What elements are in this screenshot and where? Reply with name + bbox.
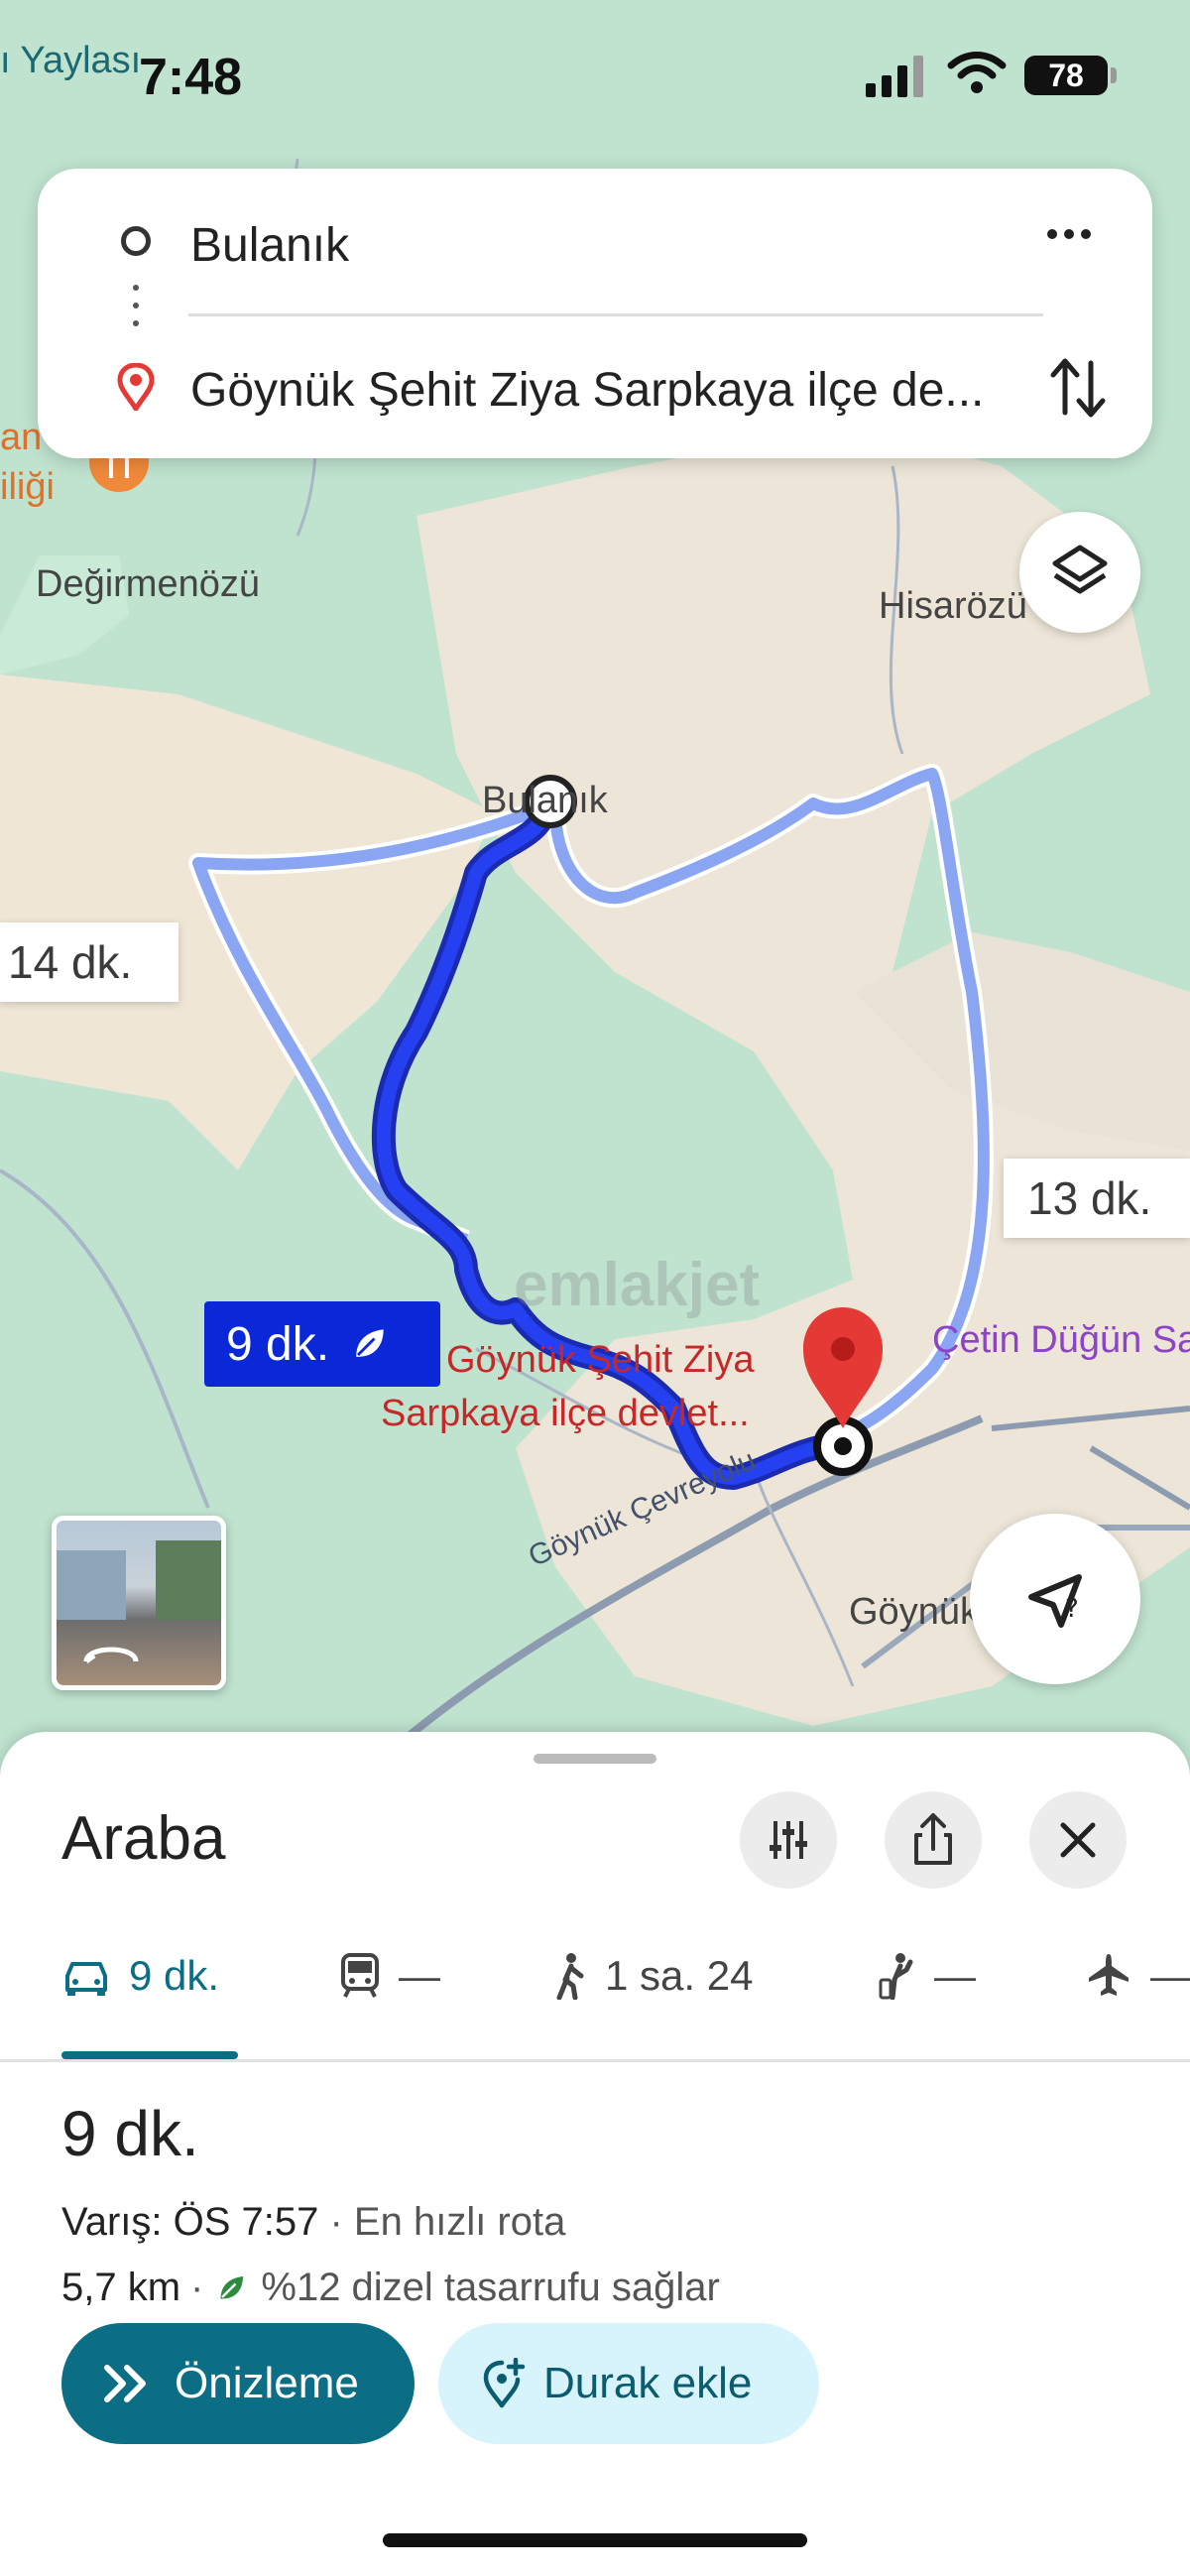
tab-transit[interactable]: — <box>339 1936 440 2016</box>
street-view-thumbnail[interactable] <box>52 1516 226 1690</box>
flight-icon <box>1085 1952 1132 2000</box>
travel-mode-title: Araba <box>61 1804 226 1873</box>
directions-sheet: Araba 9 dk. — 1 sa. 24 — — 9 dk. Varış: … <box>0 1732 1190 2576</box>
navigation-question-icon: ? <box>1028 1574 1082 1628</box>
tab-drive[interactable]: 9 dk. <box>61 1936 219 2016</box>
place-fragment-2: iliği <box>0 466 55 508</box>
travel-mode-tabs: 9 dk. — 1 sa. 24 — — <box>0 1936 1190 2025</box>
tab-flight-label: — <box>1150 1952 1190 1999</box>
sheet-handle[interactable] <box>534 1754 656 1764</box>
layers-icon <box>1052 545 1108 594</box>
svg-text:?: ? <box>1065 1594 1079 1624</box>
recenter-button[interactable]: ? <box>970 1514 1140 1684</box>
route-dots <box>133 285 139 338</box>
route-time-bubble-left[interactable]: 14 dk. <box>0 922 178 1002</box>
street-view-icon <box>57 1540 221 1663</box>
place-label-cetin[interactable]: Çetin Düğün Sa <box>932 1319 1190 1362</box>
cellular-signal-icon <box>866 56 923 97</box>
fuel-savings-note: %12 dizel tasarrufu sağlar <box>261 2266 720 2309</box>
close-icon <box>1060 1822 1096 1858</box>
place-label-goynuk[interactable]: Göynük <box>849 1591 979 1634</box>
origin-circle-icon <box>121 226 151 256</box>
route-time-bubble-right[interactable]: 13 dk. <box>1004 1159 1190 1238</box>
tabs-divider <box>0 2059 1190 2062</box>
arrival-time: Varış: ÖS 7:57 <box>61 2200 319 2244</box>
wifi-icon <box>947 52 1007 93</box>
tab-flight[interactable]: — <box>1085 1936 1190 2016</box>
distance-info: 5,7 km · %12 dizel tasarrufu sağlar <box>61 2266 720 2310</box>
eco-leaf-icon <box>213 2270 249 2306</box>
share-button[interactable] <box>885 1791 982 1889</box>
close-button[interactable] <box>1029 1791 1127 1889</box>
destination-field[interactable]: Göynük Şehit Ziya Sarpkaya ilçe de... <box>190 363 1043 418</box>
place-label-hisarozu[interactable]: Hisarözü <box>879 585 1027 628</box>
add-location-icon <box>483 2358 526 2408</box>
tab-ride-label: — <box>934 1952 976 1999</box>
status-bar: ı Yaylası 7:48 78 <box>0 0 1190 149</box>
watermark: emlakjet <box>514 1251 761 1319</box>
route-distance: 5,7 km <box>61 2266 181 2309</box>
route-time-main-label: 9 dk. <box>226 1317 330 1371</box>
add-stop-button[interactable]: Durak ekle <box>438 2323 819 2444</box>
sliders-icon <box>770 1821 807 1859</box>
active-tab-indicator <box>61 2051 238 2059</box>
map-edge-label: ı Yaylası <box>0 40 142 81</box>
destination-label-line1[interactable]: Göynük Şehit Ziya <box>446 1339 754 1382</box>
more-options-button[interactable] <box>1047 226 1103 256</box>
tab-ride[interactable]: — <box>877 1936 976 2016</box>
tab-walk-label: 1 sa. 24 <box>605 1952 754 1999</box>
add-stop-button-label: Durak ekle <box>543 2359 753 2407</box>
ride-icon <box>877 1952 916 2000</box>
double-chevron-icon <box>104 2365 146 2402</box>
walk-icon <box>551 1952 587 2000</box>
origin-field[interactable]: Bulanık <box>190 218 349 273</box>
car-icon <box>61 1956 111 1996</box>
route-duration: 9 dk. <box>61 2098 199 2169</box>
battery-tip <box>1111 67 1117 83</box>
directions-card: Bulanık Göynük Şehit Ziya Sarpkaya ilçe … <box>38 169 1152 458</box>
tab-walk[interactable]: 1 sa. 24 <box>551 1936 753 2016</box>
destination-label-line2[interactable]: Sarpkaya ilçe devlet... <box>381 1393 750 1435</box>
separator-dot: · <box>190 2266 204 2309</box>
preview-button-label: Önizleme <box>175 2359 359 2407</box>
place-fragment-1: an <box>0 417 43 458</box>
destination-pin-icon <box>117 363 155 411</box>
home-indicator[interactable] <box>383 2533 807 2547</box>
route-options-button[interactable] <box>740 1791 837 1889</box>
battery-indicator: 78 <box>1024 56 1108 95</box>
swap-icon[interactable] <box>1049 353 1107 423</box>
arrival-info: Varış: ÖS 7:57 · En hızlı rota <box>61 2200 565 2245</box>
layers-button[interactable] <box>1019 512 1140 633</box>
field-divider <box>188 313 1043 316</box>
status-time: 7:48 <box>139 49 243 106</box>
place-label-degirmenozu[interactable]: Değirmenözü <box>36 563 260 606</box>
tab-drive-label: 9 dk. <box>129 1952 220 1999</box>
share-icon <box>914 1813 952 1865</box>
place-label-bulanik[interactable]: Bulanık <box>482 780 608 822</box>
preview-button[interactable]: Önizleme <box>61 2323 415 2444</box>
route-time-bubble-main[interactable]: 9 dk. <box>204 1301 440 1387</box>
transit-icon <box>339 1953 381 1999</box>
tab-transit-label: — <box>399 1952 440 1999</box>
fastest-route-note: · En hızlı rota <box>318 2200 566 2244</box>
eco-leaf-icon <box>347 1322 391 1366</box>
